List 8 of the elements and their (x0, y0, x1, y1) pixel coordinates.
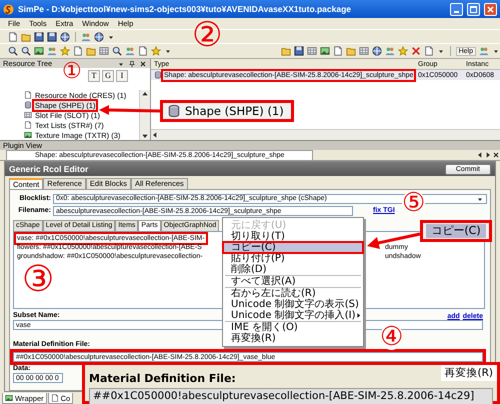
window-title: SimPe - D:¥objecttool¥new-sims2-objects003¥tuto¥AVENIDAvaseXX1tuto.package (18, 4, 352, 14)
callout-number: ③ (22, 262, 54, 298)
inset-field: ##0x1C050000!abesculpturevasecollection-[ABE-SIM-25.8.2006-14c29] (89, 388, 493, 404)
inset-label: Shape (SHPE) (1) (185, 104, 284, 118)
inset-label: Material Definition File: (89, 372, 236, 386)
callout-number: ① (62, 61, 82, 83)
editor-title: Generic Rcol Editor (9, 164, 90, 174)
callout-number: ② (192, 18, 222, 52)
